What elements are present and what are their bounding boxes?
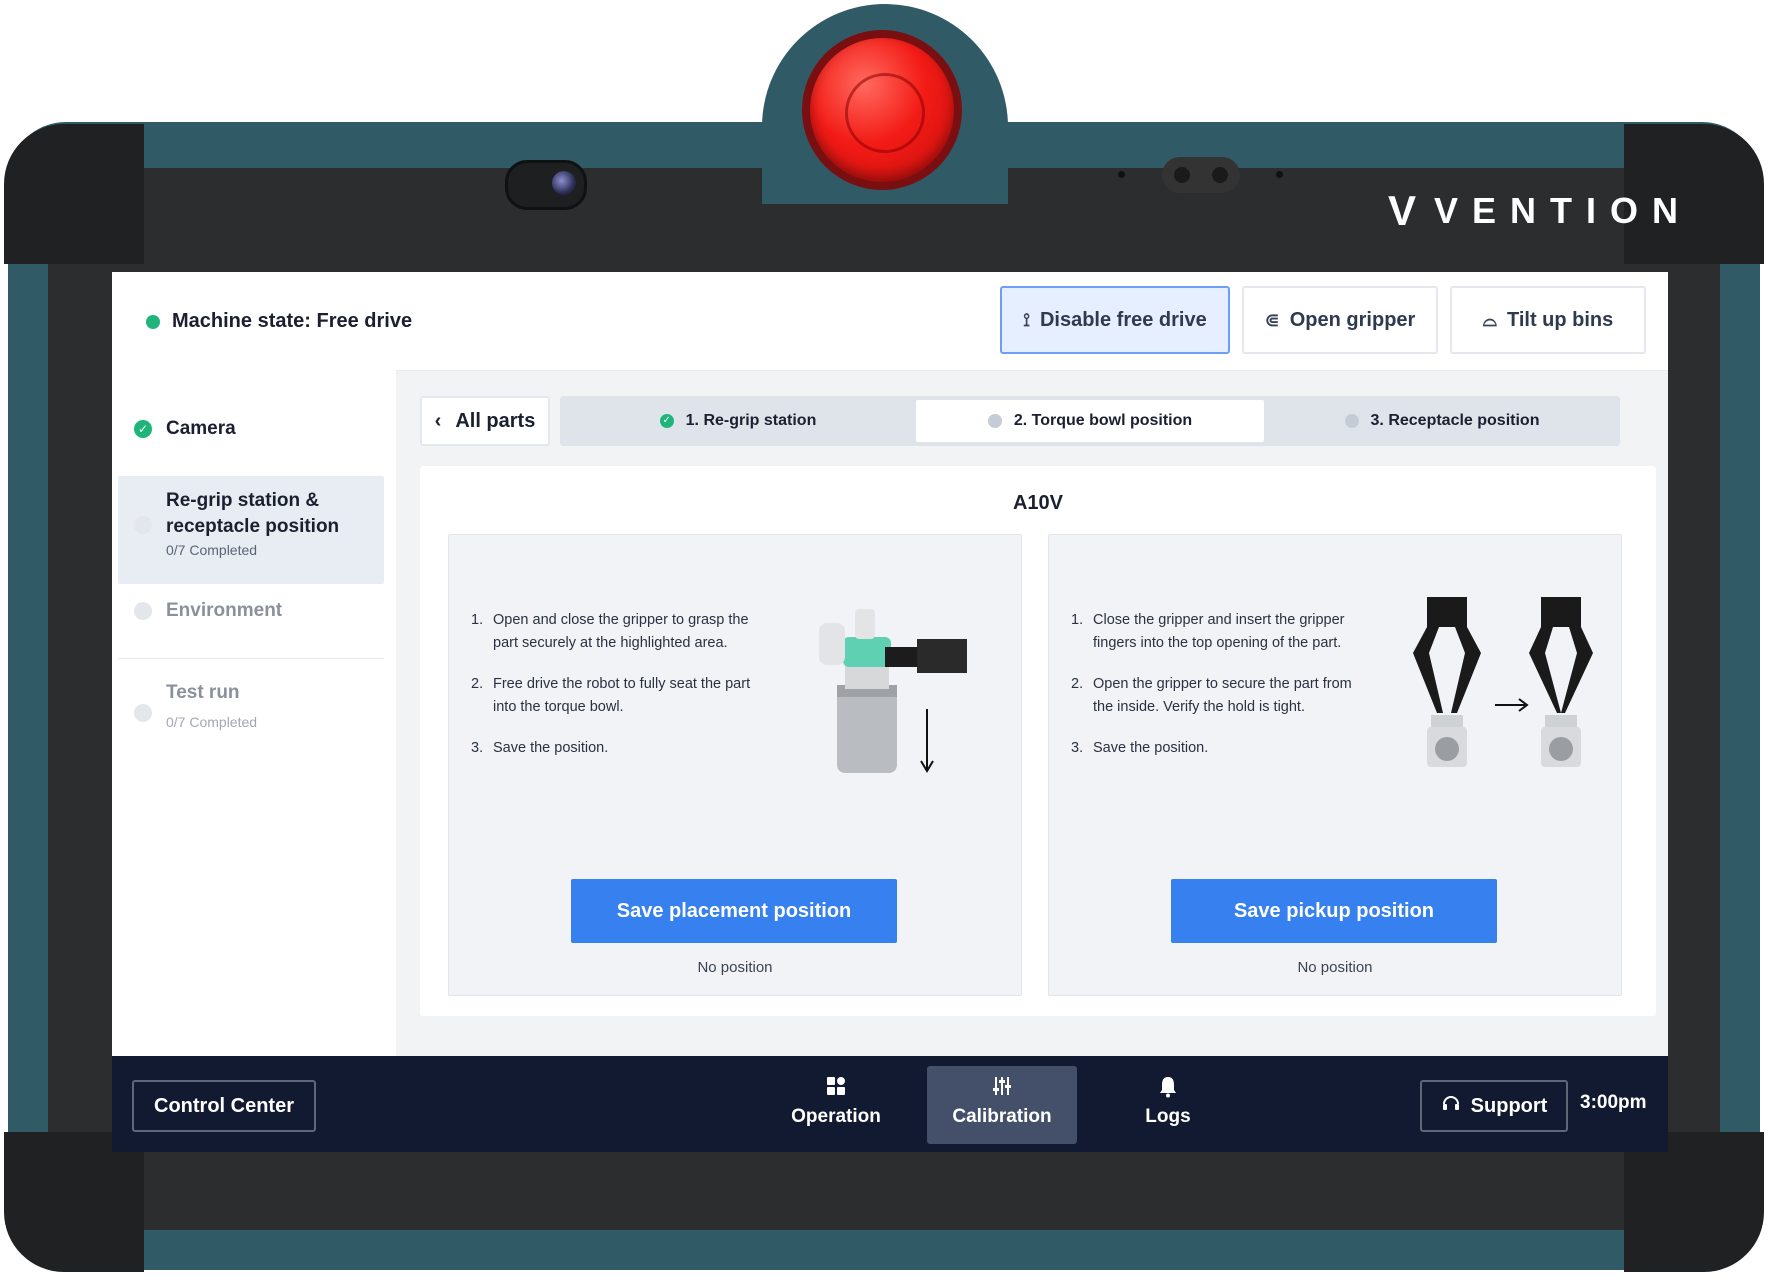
all-parts-button[interactable]: ‹ All parts: [420, 396, 550, 446]
sidebar-item-test-run[interactable]: Test run 0/7 Completed: [118, 670, 384, 760]
tab-torque-bowl-position[interactable]: 2. Torque bowl position: [916, 400, 1264, 442]
pending-check-icon: [1344, 414, 1359, 428]
gripper-icon: ⋐: [1264, 309, 1280, 330]
list-item: 3. Save the position.: [471, 737, 771, 760]
pickup-instructions: 1. Close the gripper and insert the gripp…: [1071, 609, 1371, 778]
instruction-text: Save the position.: [493, 740, 609, 756]
instruction-text: Close the gripper and insert the gripper…: [1093, 612, 1345, 651]
open-gripper-button[interactable]: ⋐ Open gripper: [1242, 286, 1438, 354]
main-content: ‹ All parts ✓ 1. Re-grip station 2. Torq…: [396, 370, 1668, 1056]
sensor-dot: [1276, 171, 1283, 178]
support-button[interactable]: Support: [1420, 1080, 1568, 1132]
list-item: 2. Free drive the robot to fully seat the…: [471, 673, 771, 719]
placement-panel: 1. Open and close the gripper to grasp th…: [448, 534, 1022, 996]
vention-logo-mark: V: [1388, 187, 1417, 234]
save-pickup-position-button[interactable]: Save pickup position: [1171, 879, 1497, 943]
vention-logo-text: VENTION: [1434, 190, 1693, 231]
all-parts-label: All parts: [455, 409, 536, 432]
list-item: 1. Open and close the gripper to grasp th…: [471, 609, 771, 655]
status-dot-icon: [146, 314, 160, 329]
bottom-bar: Control Center Operation Calibration Log…: [112, 1056, 1668, 1152]
light-sensor: [1162, 157, 1240, 193]
pickup-status: No position: [1297, 959, 1373, 976]
emergency-stop-button[interactable]: [810, 38, 954, 182]
instruction-text: Save the position.: [1093, 740, 1209, 756]
open-gripper-label: Open gripper: [1289, 308, 1416, 331]
top-bar: Machine state: Free drive ⟟ Disable free…: [112, 272, 1668, 371]
sidebar-item-environment[interactable]: Environment: [118, 590, 384, 659]
tab-regrip-station[interactable]: ✓ 1. Re-grip station: [564, 400, 912, 442]
front-camera: [505, 160, 587, 210]
nav-label: Operation: [791, 1106, 881, 1127]
tab-label: 1. Re-grip station: [685, 412, 817, 429]
tab-label: 3. Receptacle position: [1370, 412, 1540, 429]
placement-instructions: 1. Open and close the gripper to grasp th…: [471, 609, 771, 778]
nav-label: Calibration: [952, 1106, 1052, 1127]
setup-sidebar: ✓ Camera Re-grip station & receptacle po…: [112, 370, 396, 1056]
bin-icon: ⌓: [1482, 309, 1497, 330]
save-placement-position-button[interactable]: Save placement position: [571, 879, 897, 943]
chevron-left-icon: ‹: [434, 409, 442, 432]
part-in-gripper-illustration: [819, 609, 967, 773]
disable-free-drive-label: Disable free drive: [1039, 308, 1207, 331]
sidebar-item-regrip-station[interactable]: Re-grip station & receptacle position 0/…: [118, 476, 384, 584]
sidebar-item-label-line: receptacle position: [166, 516, 340, 537]
placement-status: No position: [697, 959, 773, 976]
robot-arm-icon: ⟟: [1023, 309, 1030, 330]
bumper-top-left: [4, 124, 144, 264]
sidebar-item-progress: 0/7 Completed: [166, 542, 258, 558]
nav-operation[interactable]: Operation: [761, 1066, 911, 1144]
list-item: 3. Save the position.: [1071, 737, 1371, 760]
machine-state-label: Machine state: Free drive: [172, 310, 413, 332]
pending-check-icon: [134, 602, 152, 620]
control-center-button[interactable]: Control Center: [132, 1080, 316, 1132]
disable-free-drive-button[interactable]: ⟟ Disable free drive: [1000, 286, 1230, 354]
step-tabs: ✓ 1. Re-grip station 2. Torque bowl posi…: [560, 396, 1620, 446]
pending-check-icon: [134, 704, 152, 722]
sensor-dot: [1118, 171, 1125, 178]
sidebar-item-camera[interactable]: ✓ Camera: [118, 400, 384, 460]
machine-state: Machine state: Free drive: [146, 310, 412, 333]
check-icon: ✓: [134, 420, 152, 438]
check-icon: ✓: [659, 414, 674, 428]
vention-logo: V VENTION: [1388, 190, 1692, 232]
bell-icon: [1093, 1076, 1243, 1102]
nav-label: Logs: [1145, 1106, 1191, 1127]
pending-check-icon: [134, 516, 152, 534]
instruction-text: Free drive the robot to fully seat the p…: [493, 676, 751, 715]
nav-calibration[interactable]: Calibration: [927, 1066, 1077, 1144]
headset-icon: [1441, 1093, 1461, 1119]
part-card: A10V 1. Open and close the gripper to gra…: [420, 466, 1656, 1016]
tab-receptacle-position[interactable]: 3. Receptacle position: [1268, 400, 1616, 442]
bumper-bottom-right: [1624, 1132, 1764, 1272]
sidebar-item-progress: 0/7 Completed: [166, 714, 258, 730]
tab-label: 2. Torque bowl position: [1013, 412, 1193, 429]
pickup-panel: 1. Close the gripper and insert the gripp…: [1048, 534, 1622, 996]
nav-logs[interactable]: Logs: [1093, 1066, 1243, 1144]
sidebar-item-label: Test run: [166, 682, 240, 703]
instruction-text: Open the gripper to secure the part from…: [1093, 676, 1352, 715]
list-item: 2. Open the gripper to secure the part fr…: [1071, 673, 1371, 719]
part-title: A10V: [1012, 492, 1064, 514]
bumper-bottom-left: [4, 1132, 144, 1272]
gripper-open-close-illustration: [1413, 597, 1593, 767]
sliders-icon: [927, 1076, 1077, 1102]
pending-check-icon: [987, 414, 1002, 428]
tilt-up-bins-button[interactable]: ⌓ Tilt up bins: [1450, 286, 1646, 354]
list-item: 1. Close the gripper and insert the gripp…: [1071, 609, 1371, 655]
app-screen: Machine state: Free drive ⟟ Disable free…: [112, 272, 1668, 1152]
sidebar-item-label: Environment: [166, 600, 283, 621]
instruction-text: Open and close the gripper to grasp the …: [493, 612, 749, 651]
tilt-up-bins-label: Tilt up bins: [1506, 308, 1614, 331]
sidebar-item-label: Re-grip station & receptacle position: [166, 488, 339, 540]
sidebar-item-label: Camera: [166, 418, 236, 439]
sidebar-item-label-line: Re-grip station &: [166, 490, 320, 511]
grid-icon: [761, 1076, 911, 1102]
clock: 3:00pm: [1580, 1092, 1647, 1113]
support-label: Support: [1470, 1094, 1548, 1117]
